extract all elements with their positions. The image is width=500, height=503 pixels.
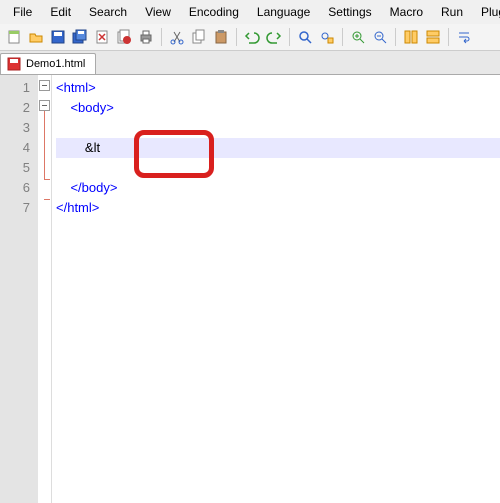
separator-icon [342, 28, 343, 46]
paste-icon[interactable] [211, 27, 231, 47]
editor-area: 1 2 3 4 5 6 7 <html> <body> &lt </body> … [0, 75, 500, 503]
toolbar [0, 24, 500, 51]
line-number: 6 [0, 178, 30, 198]
close-all-icon[interactable] [114, 27, 134, 47]
fold-toggle-icon[interactable] [39, 80, 50, 91]
line-number: 5 [0, 158, 30, 178]
separator-icon [448, 28, 449, 46]
menu-view[interactable]: View [136, 2, 180, 22]
cut-icon[interactable] [167, 27, 187, 47]
word-wrap-icon[interactable] [454, 27, 474, 47]
sync-horizontal-icon[interactable] [423, 27, 443, 47]
menu-language[interactable]: Language [248, 2, 319, 22]
new-file-icon[interactable] [4, 27, 24, 47]
code-line[interactable] [56, 158, 500, 178]
separator-icon [161, 28, 162, 46]
fold-end-icon [44, 199, 50, 200]
save-icon[interactable] [48, 27, 68, 47]
file-saved-icon [7, 57, 21, 71]
separator-icon [395, 28, 396, 46]
find-icon[interactable] [295, 27, 315, 47]
separator-icon [236, 28, 237, 46]
redo-icon[interactable] [264, 27, 284, 47]
open-file-icon[interactable] [26, 27, 46, 47]
code-line[interactable]: </body> [56, 178, 500, 198]
fold-end-icon [44, 179, 50, 180]
menu-encoding[interactable]: Encoding [180, 2, 248, 22]
line-number: 7 [0, 198, 30, 218]
menu-run[interactable]: Run [432, 2, 472, 22]
tab-demo1[interactable]: Demo1.html [0, 53, 96, 74]
tab-bar: Demo1.html [0, 51, 500, 75]
menu-search[interactable]: Search [80, 2, 136, 22]
code-line[interactable]: <html> [56, 78, 500, 98]
code-line[interactable] [56, 118, 500, 138]
tab-label: Demo1.html [26, 58, 85, 70]
menu-bar: File Edit Search View Encoding Language … [0, 0, 500, 24]
print-icon[interactable] [136, 27, 156, 47]
menu-edit[interactable]: Edit [41, 2, 80, 22]
code-line-active[interactable]: &lt [56, 138, 500, 158]
menu-macro[interactable]: Macro [381, 2, 432, 22]
line-number: 2 [0, 98, 30, 118]
fold-toggle-icon[interactable] [39, 100, 50, 111]
menu-file[interactable]: File [4, 2, 41, 22]
line-gutter: 1 2 3 4 5 6 7 [0, 75, 38, 503]
fold-line-icon [44, 111, 45, 179]
replace-icon[interactable] [317, 27, 337, 47]
line-number: 3 [0, 118, 30, 138]
code-line[interactable]: </html> [56, 198, 500, 218]
fold-margin[interactable] [38, 75, 52, 503]
copy-icon[interactable] [189, 27, 209, 47]
save-all-icon[interactable] [70, 27, 90, 47]
zoom-out-icon[interactable] [370, 27, 390, 47]
separator-icon [289, 28, 290, 46]
close-icon[interactable] [92, 27, 112, 47]
code-area[interactable]: <html> <body> &lt </body> </html> [52, 75, 500, 503]
menu-plugins[interactable]: Plugins [472, 2, 500, 22]
line-number: 4 [0, 138, 30, 158]
code-line[interactable]: <body> [56, 98, 500, 118]
line-number: 1 [0, 78, 30, 98]
menu-settings[interactable]: Settings [319, 2, 380, 22]
undo-icon[interactable] [242, 27, 262, 47]
zoom-in-icon[interactable] [348, 27, 368, 47]
sync-vertical-icon[interactable] [401, 27, 421, 47]
